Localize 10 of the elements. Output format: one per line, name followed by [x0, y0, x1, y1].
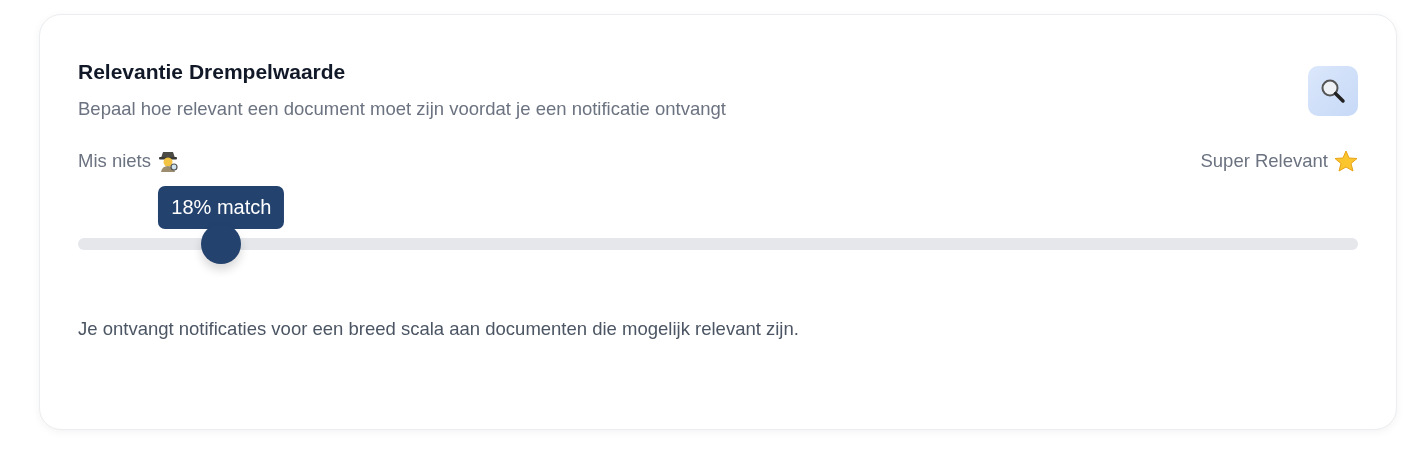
search-icon [1308, 66, 1358, 116]
card-subtitle: Bepaal hoe relevant een document moet zijn voordat je een notificatie ontvangt [78, 98, 726, 120]
min-label: Mis niets [78, 150, 151, 172]
description-text: Je ontvangt notificaties voor een breed scala aan documenten die mogelijk relevant zijn. [78, 318, 800, 340]
slider-thumb[interactable] [201, 224, 242, 264]
card-title: Relevantie Drempelwaarde [78, 60, 347, 84]
max-label: Super Relevant [1200, 150, 1328, 172]
detective-icon [157, 150, 179, 172]
value-tooltip: 18% match [158, 186, 285, 229]
star-icon [1334, 150, 1358, 172]
